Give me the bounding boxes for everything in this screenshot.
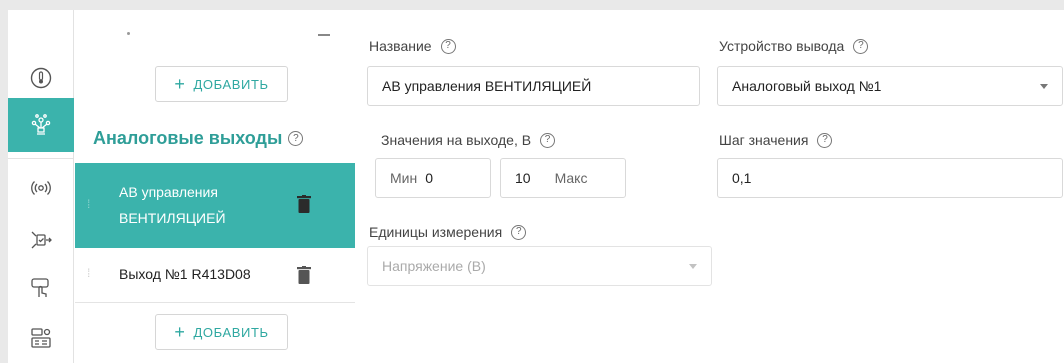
plus-icon: + [174, 74, 186, 94]
section-title: Аналоговые выходы ? [93, 128, 304, 149]
device-select-value: Аналоговый выход №1 [732, 78, 882, 94]
trash-icon[interactable] [297, 266, 311, 284]
add-button-label: ДОБАВИТЬ [193, 324, 269, 340]
icon-rail [8, 10, 74, 363]
name-input-value: АВ управления ВЕНТИЛЯЦИЕЙ [382, 78, 592, 94]
collapse-icon[interactable] [318, 34, 330, 36]
channel-list-panel: + ДОБАВИТЬ Аналоговые выходы ? ⁞ АВ упра… [75, 10, 355, 363]
name-field-label: Название ? [369, 38, 456, 54]
max-value: 10 [515, 170, 531, 186]
section-title-text: Аналоговые выходы [93, 128, 283, 148]
list-item-label: АВ управления ВЕНТИЛЯЦИЕЙ [119, 184, 226, 226]
max-input[interactable]: 10 Макс [500, 158, 626, 198]
units-select-value: Напряжение (В) [382, 258, 486, 274]
output-range-label: Значения на выходе, В ? [381, 132, 556, 148]
chevron-down-icon [1040, 84, 1048, 89]
add-button-top[interactable]: + ДОБАВИТЬ [155, 66, 288, 102]
step-field-label: Шаг значения ? [719, 132, 833, 148]
device-select[interactable]: Аналоговый выход №1 [717, 66, 1063, 106]
help-icon[interactable]: ? [817, 132, 833, 148]
app-frame: + ДОБАВИТЬ Аналоговые выходы ? ⁞ АВ упра… [8, 10, 1064, 363]
help-icon[interactable]: ? [853, 38, 869, 54]
output-label-text: Значения на выходе, В [381, 132, 532, 148]
max-label: Макс [554, 170, 588, 186]
sensor-network-icon[interactable] [8, 98, 74, 152]
help-icon[interactable]: ? [511, 224, 527, 240]
name-input[interactable]: АВ управления ВЕНТИЛЯЦИЕЙ [367, 66, 700, 106]
name-label-text: Название [369, 38, 432, 54]
add-button-bottom[interactable]: + ДОБАВИТЬ [155, 314, 288, 350]
step-input[interactable]: 0,1 [717, 158, 1063, 198]
units-field-label: Единицы измерения ? [369, 224, 527, 240]
step-input-value: 0,1 [732, 170, 752, 186]
output-icon[interactable] [8, 220, 74, 260]
settings-panel-icon[interactable] [8, 318, 74, 358]
list-item[interactable]: ⁞ Выход №1 R413D08 [75, 248, 355, 303]
drag-handle-icon[interactable]: ⁞ [87, 197, 91, 211]
thermometer-icon[interactable] [8, 58, 74, 98]
touch-icon[interactable] [8, 268, 74, 308]
min-value: 0 [425, 170, 434, 186]
step-label-text: Шаг значения [719, 132, 809, 148]
help-icon[interactable]: ? [288, 131, 304, 146]
list-item[interactable]: ⁞ АВ управления ВЕНТИЛЯЦИЕЙ [75, 163, 355, 248]
units-label-text: Единицы измерения [369, 224, 503, 240]
trash-icon[interactable] [297, 195, 311, 213]
device-field-label: Устройство вывода ? [719, 38, 869, 54]
list-item-label: Выход №1 R413D08 [119, 266, 251, 282]
add-button-label: ДОБАВИТЬ [193, 76, 269, 92]
settings-form: Название ? АВ управления ВЕНТИЛЯЦИЕЙ Уст… [355, 10, 1064, 363]
device-label-text: Устройство вывода [719, 38, 845, 54]
help-icon[interactable]: ? [440, 38, 456, 54]
help-icon[interactable]: ? [540, 132, 556, 148]
plus-icon: + [174, 322, 186, 342]
radio-signal-icon[interactable] [8, 168, 74, 208]
min-label: Мин [390, 170, 418, 186]
units-select[interactable]: Напряжение (В) [367, 246, 712, 286]
drag-handle-icon[interactable]: ⁞ [87, 266, 91, 280]
min-input[interactable]: Мин 0 [375, 158, 491, 198]
chevron-down-icon [689, 264, 697, 269]
scroll-remnant-dot [127, 32, 130, 35]
